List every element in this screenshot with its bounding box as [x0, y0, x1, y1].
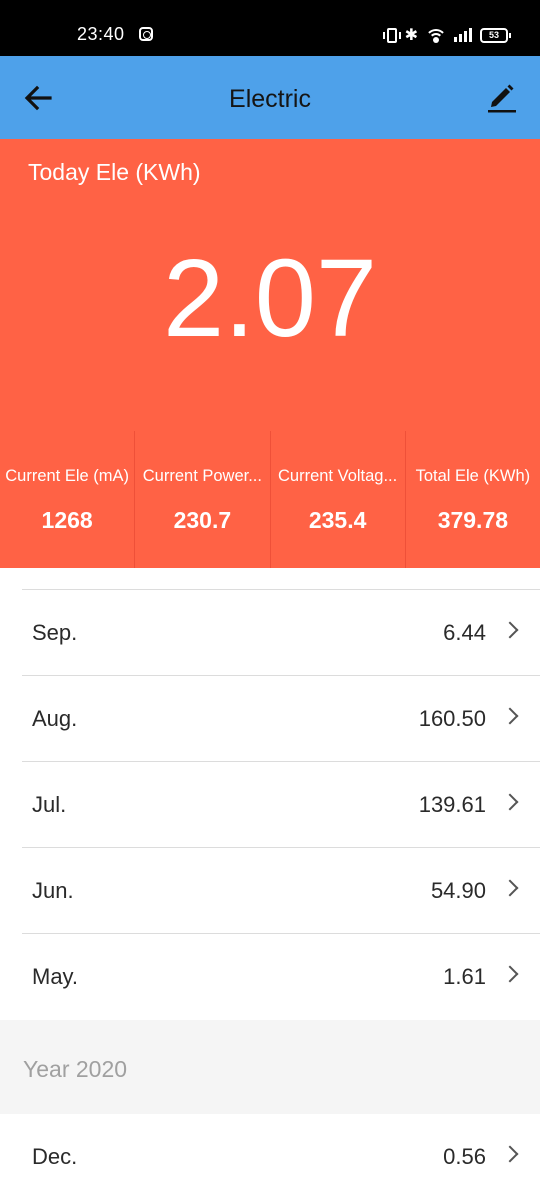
wifi-icon [426, 27, 446, 43]
month-value: 0.56 [443, 1144, 486, 1169]
month-value: 139.61 [418, 792, 486, 817]
status-bar: 23:40 ✱ 53 [0, 0, 540, 56]
battery-icon: 53 [480, 27, 511, 43]
today-energy-value: 2.07 [162, 237, 378, 360]
signal-icon [454, 28, 472, 42]
stat-current-ele[interactable]: Current Ele (mA) 1268 [0, 431, 134, 568]
month-label: Jul. [32, 792, 67, 817]
app-bar: Electric [0, 56, 540, 139]
stat-label: Current Power... [142, 467, 262, 485]
month-label: Dec. [32, 1144, 78, 1169]
year-section-header: Year 2020 [0, 1020, 540, 1114]
month-label: Jun. [32, 878, 74, 903]
stat-value: 379.78 [437, 507, 509, 533]
list-divider [22, 568, 540, 590]
stat-total-ele[interactable]: Total Ele (KWh) 379.78 [404, 431, 540, 568]
status-time: 23:40 [77, 24, 125, 44]
page-title: Electric [229, 85, 311, 113]
pencil-icon [488, 84, 516, 113]
vibrate-icon [382, 27, 401, 43]
instagram-notification-icon [139, 27, 153, 41]
stats-row: Current Ele (mA) 1268 Current Power... 2… [0, 431, 540, 568]
stat-label: Current Voltag... [278, 467, 398, 485]
list-item-dec[interactable]: Dec. 0.56 [22, 1114, 540, 1200]
month-value: 54.90 [430, 878, 486, 903]
bluetooth-icon: ✱ [404, 25, 418, 44]
month-value: 1.61 [443, 964, 486, 989]
today-energy-panel: Today Ele (KWh) 2.07 [0, 139, 540, 431]
stat-label: Total Ele (KWh) [415, 467, 531, 485]
stat-value: 1268 [41, 507, 93, 533]
stat-label: Current Ele (mA) [5, 467, 130, 485]
monthly-list: Sep. 6.44 Aug. 160.50 Jul. 139.61 Jun. 5… [0, 568, 540, 1020]
month-label: Sep. [32, 620, 78, 645]
chevron-right-icon [501, 1145, 519, 1163]
chevron-right-icon [501, 879, 519, 897]
stat-current-power[interactable]: Current Power... 230.7 [134, 431, 269, 568]
year-section-title: Year 2020 [23, 1056, 128, 1082]
list-item-jul[interactable]: Jul. 139.61 [22, 762, 540, 848]
chevron-right-icon [501, 621, 519, 639]
chevron-right-icon [501, 793, 519, 811]
status-icons: ✱ 53 [382, 24, 511, 46]
list-item-sep[interactable]: Sep. 6.44 [22, 590, 540, 676]
chevron-right-icon [501, 707, 519, 725]
stat-current-voltage[interactable]: Current Voltag... 235.4 [269, 431, 405, 568]
chevron-right-icon [501, 965, 519, 983]
stat-value: 230.7 [173, 507, 232, 533]
edit-button[interactable] [486, 80, 518, 114]
today-energy-label: Today Ele (KWh) [28, 159, 201, 185]
list-item-jun[interactable]: Jun. 54.90 [22, 848, 540, 934]
year-list: Dec. 0.56 [0, 1114, 540, 1200]
list-item-may[interactable]: May. 1.61 [22, 934, 540, 1020]
month-value: 160.50 [418, 706, 486, 731]
month-label: May. [32, 964, 79, 989]
month-label: Aug. [32, 706, 78, 731]
month-value: 6.44 [443, 620, 486, 645]
stat-value: 235.4 [308, 507, 367, 533]
list-item-aug[interactable]: Aug. 160.50 [22, 676, 540, 762]
